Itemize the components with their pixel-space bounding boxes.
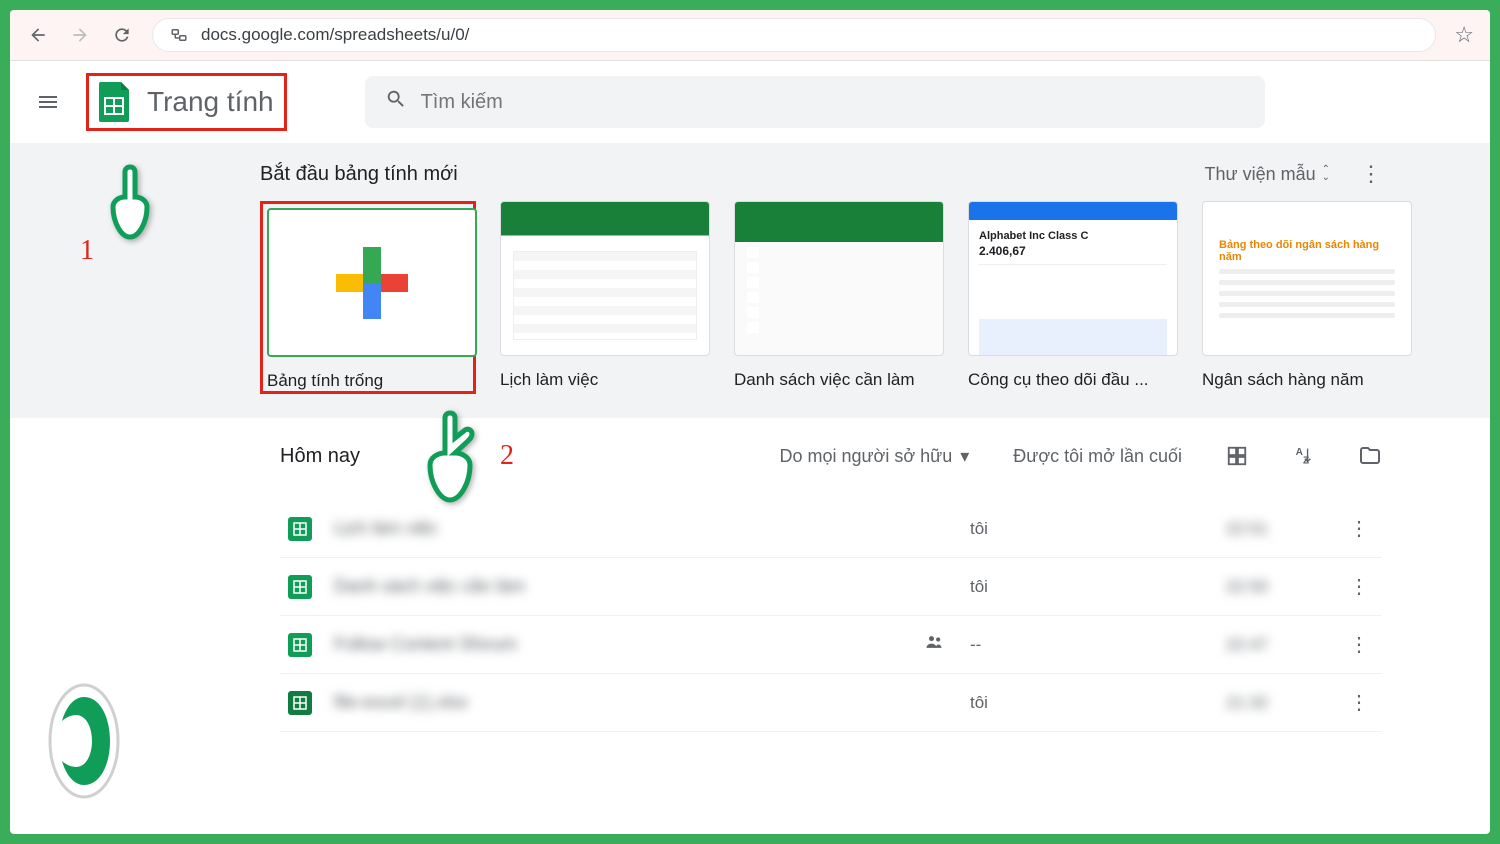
gallery-title: Bắt đầu bảng tính mới (260, 163, 458, 186)
plus-icon (336, 247, 408, 319)
search-box[interactable] (365, 76, 1265, 128)
unfold-icon: ⌃⌄ (1322, 166, 1330, 182)
address-bar[interactable]: docs.google.com/spreadsheets/u/0/ (152, 18, 1436, 52)
file-owner: tôi (970, 693, 1150, 713)
dropdown-icon: ▾ (960, 446, 969, 467)
browser-toolbar: docs.google.com/spreadsheets/u/0/ ☆ (10, 10, 1490, 61)
file-name: file-excel (1).xlsx (334, 692, 902, 713)
file-list: Lịch làm việc tôi 22:51 ⋮ Danh sách việc… (280, 500, 1382, 732)
recent-section: Hôm nay Do mọi người sở hữu ▾ Được tôi m… (10, 418, 1490, 732)
back-button[interactable] (26, 23, 50, 47)
template-gallery-button[interactable]: Thư viện mẫu ⌃⌄ (1205, 164, 1330, 185)
grid-view-icon[interactable] (1226, 445, 1248, 467)
file-time: 22:50 (1172, 577, 1322, 597)
annotation-number-2: 2 (500, 440, 514, 472)
file-owner: tôi (970, 519, 1150, 539)
file-name: Lịch làm việc (334, 518, 902, 539)
sheets-logo-icon (93, 80, 137, 124)
last-opened-label: Được tôi mở lần cuối (1013, 446, 1182, 467)
corner-watermark-icon (42, 679, 132, 814)
search-icon (385, 88, 407, 116)
file-name: Danh sách việc cần làm (334, 576, 902, 597)
owner-filter-dropdown[interactable]: Do mọi người sở hữu ▾ (779, 446, 969, 467)
main-menu-button[interactable] (28, 82, 68, 122)
browser-window: docs.google.com/spreadsheets/u/0/ ☆ Tran… (10, 10, 1490, 834)
annotation-number-1: 1 (80, 235, 94, 267)
bookmark-star-icon[interactable]: ☆ (1454, 22, 1474, 48)
reload-button[interactable] (110, 23, 134, 47)
file-name: Follow Content Sforum (334, 634, 902, 655)
file-more-icon[interactable]: ⋮ (1344, 516, 1374, 541)
file-row[interactable]: Follow Content Sforum -- 22:47 ⋮ (280, 616, 1382, 674)
recent-section-label: Hôm nay (280, 445, 360, 468)
forward-button[interactable] (68, 23, 92, 47)
sheets-file-icon (288, 633, 312, 657)
sheets-file-icon (288, 517, 312, 541)
template-investment[interactable]: Alphabet Inc Class C 2.406,67 Công cụ th… (968, 201, 1178, 394)
file-time: 22:51 (1172, 519, 1322, 539)
file-row[interactable]: Danh sách việc cần làm tôi 22:50 ⋮ (280, 558, 1382, 616)
file-row[interactable]: file-excel (1).xlsx tôi 21:32 ⋮ (280, 674, 1382, 732)
folder-icon[interactable] (1358, 444, 1382, 468)
file-owner: tôi (970, 577, 1150, 597)
file-more-icon[interactable]: ⋮ (1344, 574, 1374, 599)
app-header: Trang tính (10, 61, 1490, 143)
template-todo[interactable]: Danh sách việc cần làm (734, 201, 944, 394)
file-time: 21:32 (1172, 693, 1322, 713)
file-time: 22:47 (1172, 635, 1322, 655)
shared-icon (924, 632, 948, 657)
file-row[interactable]: Lịch làm việc tôi 22:51 ⋮ (280, 500, 1382, 558)
excel-file-icon (288, 691, 312, 715)
template-gallery: Bắt đầu bảng tính mới Thư viện mẫu ⌃⌄ ⋮ … (10, 143, 1490, 418)
app-title: Trang tính (147, 86, 274, 118)
template-schedule[interactable]: Lịch làm việc (500, 201, 710, 394)
search-input[interactable] (421, 91, 1245, 114)
gallery-more-icon[interactable]: ⋮ (1360, 161, 1382, 187)
file-more-icon[interactable]: ⋮ (1344, 690, 1374, 715)
file-owner: -- (970, 635, 1150, 655)
app-logo-group[interactable]: Trang tính (86, 73, 287, 131)
template-budget[interactable]: Bảng theo dõi ngân sách hàng năm Ngân sá… (1202, 201, 1412, 394)
site-settings-icon[interactable] (169, 25, 189, 45)
sheets-file-icon (288, 575, 312, 599)
template-blank[interactable]: Bảng tính trống (260, 201, 476, 394)
sort-az-icon[interactable]: AZ (1292, 445, 1314, 467)
file-more-icon[interactable]: ⋮ (1344, 632, 1374, 657)
url-text: docs.google.com/spreadsheets/u/0/ (201, 25, 469, 45)
